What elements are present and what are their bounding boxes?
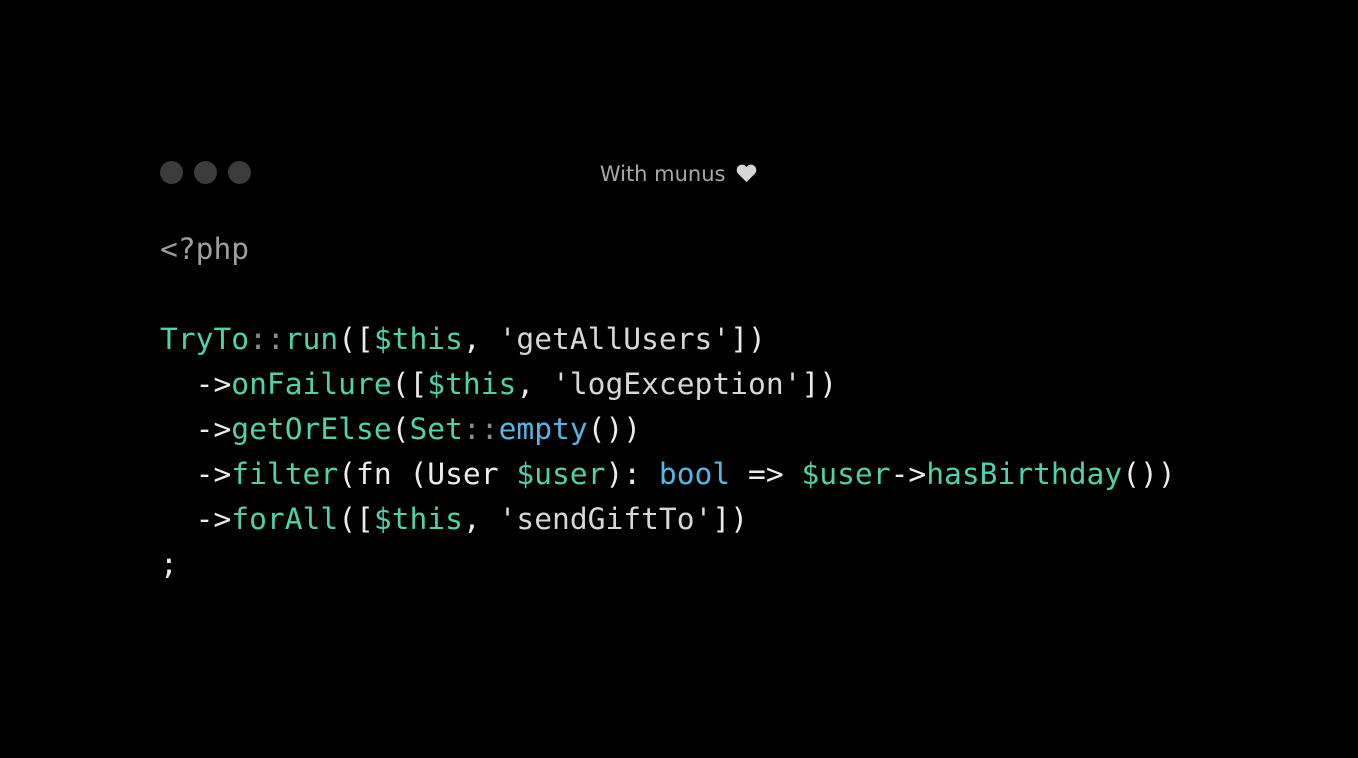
code-line: ; (160, 542, 1176, 587)
code-token: , (462, 322, 499, 356)
code-token: $this (373, 322, 463, 356)
code-token: , (516, 367, 553, 401)
code-token: :: (462, 412, 499, 446)
code-block: <?php TryTo::run([$this, 'getAllUsers']) … (160, 227, 1176, 587)
code-token: ; (160, 547, 178, 581)
code-line: ->forAll([$this, 'sendGiftTo']) (160, 497, 1176, 542)
code-token: => (730, 457, 802, 491)
code-token: ()) (587, 412, 642, 446)
code-token: 'getAllUsers' (498, 322, 731, 356)
code-line: ->filter(fn (User $user): bool => $user-… (160, 452, 1176, 497)
code-token: ([ (391, 367, 428, 401)
window-title-text: With munus (599, 162, 726, 186)
code-token: -> (160, 412, 232, 446)
code-token: -> (160, 367, 232, 401)
code-token: ( (391, 412, 410, 446)
code-token: TryTo (160, 322, 250, 356)
code-token: $this (427, 367, 517, 401)
window-titlebar: With munus (160, 150, 1200, 196)
code-token: ]) (730, 322, 766, 356)
code-token: -> (160, 502, 232, 536)
code-token: $this (373, 502, 463, 536)
code-window: With munus <?php TryTo::run([$this, 'getA… (160, 150, 1200, 610)
code-token: hasBirthday (926, 457, 1123, 491)
code-token: getOrElse (231, 412, 392, 446)
code-line: ->onFailure([$this, 'logException']) (160, 362, 1176, 407)
code-token: ([ (338, 322, 374, 356)
code-token: ([ (338, 502, 374, 536)
code-token: $user (801, 457, 891, 491)
code-token: ]) (801, 367, 838, 401)
code-token: 'logException' (552, 367, 802, 401)
code-line: TryTo::run([$this, 'getAllUsers']) (160, 317, 1176, 362)
code-token: forAll (231, 502, 339, 536)
code-token: run (284, 322, 339, 356)
code-token: bool (658, 457, 731, 491)
code-token: empty (498, 412, 588, 446)
heart-icon (736, 163, 757, 189)
code-token: ()) (1122, 457, 1176, 491)
code-token: onFailure (231, 367, 392, 401)
code-token: $user (516, 457, 606, 491)
code-token: Set (409, 412, 463, 446)
code-token: (fn (User (338, 457, 517, 491)
code-token: ): (605, 457, 659, 491)
code-token: -> (890, 457, 927, 491)
code-token: filter (231, 457, 339, 491)
code-token: , (462, 502, 499, 536)
window-title: With munus (160, 161, 1197, 189)
code-token: -> (160, 457, 232, 491)
code-token: <?php (160, 232, 250, 266)
code-token: 'sendGiftTo' (498, 502, 713, 536)
code-token: ]) (712, 502, 749, 536)
code-line: ->getOrElse(Set::empty()) (160, 407, 1176, 452)
code-line: <?php (160, 227, 1176, 272)
code-token: :: (249, 322, 285, 356)
